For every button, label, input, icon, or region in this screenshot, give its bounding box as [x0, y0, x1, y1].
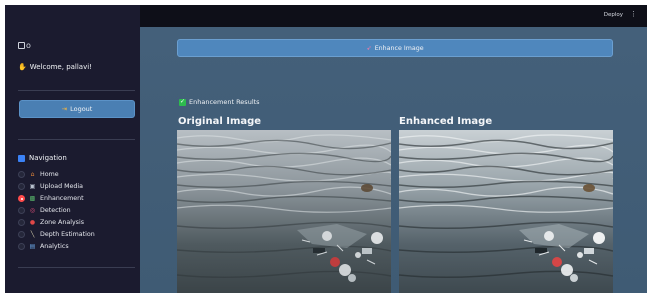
main-content: ➶ Enhance Image ✓ Enhancement Results Or…	[140, 27, 647, 293]
target-icon: ◎	[29, 206, 36, 214]
nav-item-analytics[interactable]: ▤ Analytics	[18, 240, 95, 252]
nav-item-detection[interactable]: ◎ Detection	[18, 204, 95, 216]
logo-alt-text: o	[26, 41, 31, 50]
radio-button[interactable]	[18, 218, 25, 226]
results-heading-text: Enhancement Results	[189, 98, 260, 106]
enhanced-image	[399, 130, 613, 293]
logout-icon: ⇥	[61, 105, 68, 113]
upload-icon: ▣	[29, 182, 36, 190]
nav-item-label: Zone Analysis	[40, 218, 84, 226]
waving-hand-icon: ✋	[18, 63, 27, 71]
radio-button-selected[interactable]	[18, 194, 25, 202]
original-image	[177, 130, 391, 293]
radio-button[interactable]	[18, 230, 25, 238]
pin-icon: ●	[29, 218, 36, 226]
kebab-menu-icon[interactable]: ⋮	[630, 11, 637, 18]
app-window: o ✋ Welcome, pallavi! ⇥ Logout Navigation…	[0, 5, 647, 293]
navigation-radio-group: ⌂ Home ▣ Upload Media ▩ Enhancement ◎ De…	[18, 168, 95, 252]
nav-item-label: Upload Media	[40, 182, 83, 190]
nav-item-label: Detection	[40, 206, 71, 214]
chart-icon: ▤	[29, 242, 36, 250]
sidebar: o ✋ Welcome, pallavi! ⇥ Logout Navigation…	[5, 5, 140, 293]
nav-item-label: Home	[40, 170, 59, 178]
check-icon: ✓	[179, 98, 186, 106]
nav-item-depth-estimation[interactable]: ╲ Depth Estimation	[18, 228, 95, 240]
radio-button[interactable]	[18, 170, 25, 178]
welcome-text: Welcome, pallavi!	[29, 63, 92, 71]
original-image-title: Original Image	[178, 116, 262, 127]
sidebar-divider	[18, 267, 135, 268]
radio-button[interactable]	[18, 206, 25, 214]
sidebar-divider	[18, 90, 135, 91]
results-heading: ✓ Enhancement Results	[179, 98, 260, 106]
nav-item-label: Analytics	[40, 242, 69, 250]
radio-button[interactable]	[18, 182, 25, 190]
deploy-button[interactable]: Deploy	[604, 12, 623, 18]
home-icon: ⌂	[30, 170, 35, 178]
broken-image-icon	[18, 42, 25, 49]
navigation-icon	[18, 154, 25, 162]
enhance-button-label: Enhance Image	[374, 44, 424, 52]
welcome-message: ✋ Welcome, pallavi!	[18, 63, 92, 71]
nav-item-label: Enhancement	[40, 194, 84, 202]
nav-item-label: Depth Estimation	[40, 230, 95, 238]
logo-image: o	[18, 41, 31, 50]
enhanced-image-title: Enhanced Image	[399, 116, 493, 127]
top-toolbar: Deploy ⋮	[140, 5, 647, 27]
ruler-icon: ╲	[30, 230, 35, 238]
radio-button[interactable]	[18, 242, 25, 250]
logout-button[interactable]: ⇥ Logout	[19, 100, 135, 118]
nav-item-enhancement[interactable]: ▩ Enhancement	[18, 192, 95, 204]
enhance-image-button[interactable]: ➶ Enhance Image	[177, 39, 613, 57]
sidebar-divider	[18, 139, 135, 140]
image-icon: ▩	[29, 194, 36, 202]
nav-item-home[interactable]: ⌂ Home	[18, 168, 95, 180]
nav-item-upload-media[interactable]: ▣ Upload Media	[18, 180, 95, 192]
navigation-heading: Navigation	[18, 154, 67, 162]
navigation-title: Navigation	[29, 154, 67, 162]
rocket-icon: ➶	[366, 44, 372, 52]
nav-item-zone-analysis[interactable]: ● Zone Analysis	[18, 216, 95, 228]
logout-label: Logout	[70, 105, 93, 113]
